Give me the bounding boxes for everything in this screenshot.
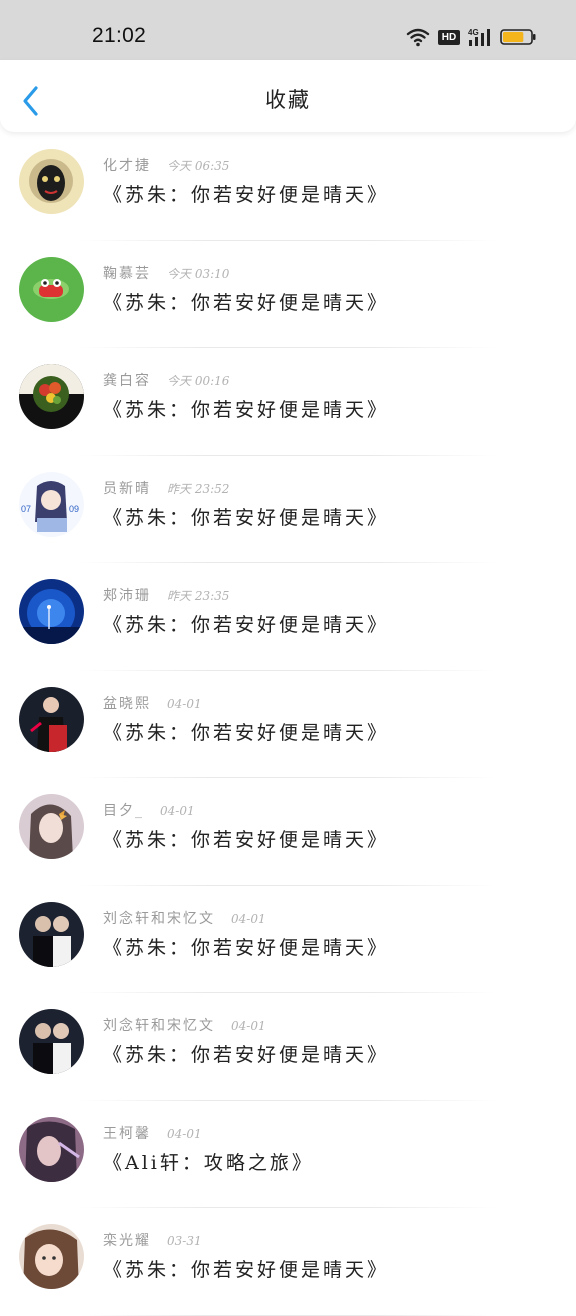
user-name: 目夕_ — [103, 803, 144, 819]
favorite-title[interactable]: 《苏朱：你若安好便是晴天》 — [103, 1040, 389, 1067]
item-meta: 刘念轩和宋忆文 04-01 — [103, 908, 266, 928]
avatar[interactable] — [19, 256, 84, 322]
favorite-title[interactable]: 《苏朱：你若安好便是晴天》 — [103, 718, 389, 745]
user-name: 王柯馨 — [103, 1125, 151, 1142]
item-meta: 员新晴 昨天 23:52 — [103, 478, 229, 498]
timestamp: 今天 06:35 — [167, 159, 230, 173]
user-name: 栾光耀 — [103, 1233, 151, 1249]
item-meta: 龚白容 今天 00:16 — [103, 370, 229, 390]
timestamp: 04-01 — [160, 804, 195, 818]
user-name: 盆晓熙 — [103, 695, 151, 712]
item-meta: 盆晓熙 04-01 — [103, 693, 202, 713]
favorite-title[interactable]: 《Ali轩：攻略之旅》 — [103, 1148, 314, 1175]
timestamp: 04-01 — [167, 1126, 202, 1141]
list-item[interactable]: 栾光耀 03-31 《苏朱：你若安好便是晴天》 — [0, 1208, 576, 1316]
divider — [80, 1314, 496, 1316]
user-name: 鞠慕芸 — [103, 265, 151, 282]
favorites-list: 化才捷 今天 06:35 《苏朱：你若安好便是晴天》 鞠慕芸 今天 03:10 《苏朱：你… — [0, 133, 576, 1316]
user-name: 化才捷 — [103, 158, 151, 174]
svg-text:09: 09 — [69, 504, 79, 514]
avatar[interactable] — [19, 364, 84, 429]
favorite-title[interactable]: 《苏朱：你若安好便是晴天》 — [103, 395, 389, 422]
item-meta: 化才捷 今天 06:35 — [103, 155, 229, 175]
list-item[interactable]: 鞠慕芸 今天 03:10 《苏朱：你若安好便是晴天》 — [0, 241, 576, 348]
signal-4g-icon: 4G — [468, 28, 490, 46]
list-item[interactable]: 化才捷 今天 06:35 《苏朱：你若安好便是晴天》 — [0, 133, 576, 241]
timestamp: 昨天 23:52 — [167, 481, 230, 496]
list-item[interactable]: 郏沛珊 昨天 23:35 《苏朱：你若安好便是晴天》 — [0, 563, 576, 671]
avatar[interactable]: 07 09 — [19, 471, 84, 537]
list-item[interactable]: 龚白容 今天 00:16 《苏朱：你若安好便是晴天》 — [0, 348, 576, 456]
favorite-title[interactable]: 《苏朱：你若安好便是晴天》 — [103, 825, 389, 852]
item-meta: 鞠慕芸 今天 03:10 — [103, 263, 229, 283]
favorite-title[interactable]: 《苏朱：你若安好便是晴天》 — [103, 610, 389, 637]
battery-icon — [500, 29, 536, 45]
svg-text:07: 07 — [21, 504, 31, 514]
item-meta: 栾光耀 03-31 — [103, 1230, 202, 1250]
favorite-title[interactable]: 《苏朱：你若安好便是晴天》 — [103, 288, 389, 315]
avatar[interactable] — [19, 794, 84, 859]
user-name: 刘念轩和宋忆文 — [103, 1018, 215, 1034]
user-name: 员新晴 — [103, 480, 151, 497]
status-time: 21:02 — [92, 24, 147, 47]
avatar[interactable] — [19, 901, 84, 967]
user-name: 郏沛珊 — [103, 588, 151, 604]
timestamp: 03-31 — [167, 1234, 202, 1248]
status-icons: HD 4G — [406, 26, 536, 48]
avatar[interactable] — [19, 1009, 84, 1074]
favorite-title[interactable]: 《苏朱：你若安好便是晴天》 — [103, 503, 389, 530]
timestamp: 今天 03:10 — [167, 266, 230, 281]
item-meta: 郏沛珊 昨天 23:35 — [103, 585, 229, 605]
status-bar: 21:02 HD 4G — [0, 0, 576, 60]
favorite-title[interactable]: 《苏朱：你若安好便是晴天》 — [103, 933, 389, 960]
list-item[interactable]: 目夕_ 04-01 《苏朱：你若安好便是晴天》 — [0, 778, 576, 886]
timestamp: 04-01 — [231, 911, 266, 926]
avatar[interactable] — [19, 686, 84, 752]
favorite-title[interactable]: 《苏朱：你若安好便是晴天》 — [103, 1255, 389, 1282]
item-meta: 刘念轩和宋忆文 04-01 — [103, 1015, 266, 1035]
avatar[interactable] — [19, 149, 84, 214]
wifi-icon — [406, 28, 430, 47]
item-meta: 王柯馨 04-01 — [103, 1123, 202, 1143]
timestamp: 今天 00:16 — [167, 374, 230, 388]
user-name: 刘念轩和宋忆文 — [103, 910, 215, 927]
favorite-title[interactable]: 《苏朱：你若安好便是晴天》 — [103, 180, 389, 207]
network-label: 4G — [468, 28, 479, 37]
timestamp: 04-01 — [167, 696, 202, 711]
avatar[interactable] — [19, 579, 84, 644]
header: 收藏 — [0, 60, 576, 132]
avatar[interactable] — [19, 1116, 84, 1182]
hd-icon: HD — [438, 29, 460, 45]
item-meta: 目夕_ 04-01 — [103, 800, 195, 820]
list-item[interactable]: 王柯馨 04-01 《Ali轩：攻略之旅》 — [0, 1101, 576, 1208]
list-item[interactable]: 刘念轩和宋忆文 04-01 《苏朱：你若安好便是晴天》 — [0, 993, 576, 1101]
list-item[interactable]: 07 09 员新晴 昨天 23:52 《苏朱：你若安好便是晴天》 — [0, 456, 576, 563]
page-title: 收藏 — [265, 88, 311, 112]
list-item[interactable]: 盆晓熙 04-01 《苏朱：你若安好便是晴天》 — [0, 671, 576, 778]
list-item[interactable]: 刘念轩和宋忆文 04-01 《苏朱：你若安好便是晴天》 — [0, 886, 576, 993]
timestamp: 昨天 23:35 — [167, 589, 230, 603]
avatar[interactable] — [19, 1224, 84, 1289]
user-name: 龚白容 — [103, 373, 151, 389]
timestamp: 04-01 — [231, 1019, 266, 1033]
